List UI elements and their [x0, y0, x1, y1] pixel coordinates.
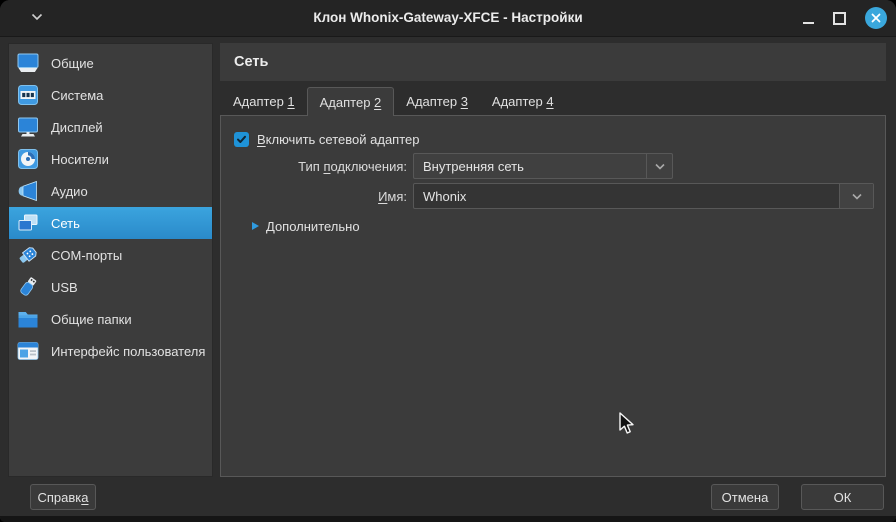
sidebar-item-general[interactable]: Общие [9, 47, 212, 79]
sidebar-item-label: Интерфейс пользователя [51, 344, 205, 359]
network-icon [16, 211, 40, 235]
sidebar-item-label: Общие [51, 56, 94, 71]
chevron-down-icon [646, 154, 672, 178]
network-name-value: Whonix [414, 184, 839, 208]
vm-settings-window: Клон Whonix-Gateway-XFCE - Настройки Общ… [0, 0, 896, 522]
sidebar-item-network[interactable]: Сеть [9, 207, 212, 239]
sidebar-item-display[interactable]: Дисплей [9, 111, 212, 143]
maximize-button[interactable] [833, 12, 846, 25]
sidebar-item-label: Аудио [51, 184, 88, 199]
page-header: Сеть [220, 43, 886, 81]
tab-adapter-4[interactable]: Адаптер 4 [480, 87, 566, 116]
sidebar-item-storage[interactable]: Носители [9, 143, 212, 175]
window-title: Клон Whonix-Gateway-XFCE - Настройки [0, 0, 896, 36]
enable-adapter-row: Включить сетевой адаптер [234, 130, 419, 148]
ok-button[interactable]: ОК [801, 484, 884, 510]
sidebar-item-label: COM-порты [51, 248, 122, 263]
serial-port-icon [16, 243, 40, 267]
help-button[interactable]: Справка [30, 484, 96, 510]
advanced-expander[interactable]: Дополнительно [252, 217, 360, 235]
expander-arrow-icon [252, 222, 259, 230]
attachment-type-select[interactable]: Внутренняя сеть [413, 153, 673, 179]
window-menu-chevron-icon[interactable] [31, 13, 43, 21]
sidebar-item-usb[interactable]: USB [9, 271, 212, 303]
attachment-type-label: Тип подключения: [221, 159, 407, 174]
shared-folders-icon [16, 307, 40, 331]
attachment-type-value: Внутренняя сеть [414, 154, 646, 178]
display-icon [16, 115, 40, 139]
advanced-label: Дополнительно [266, 219, 360, 234]
adapter-tabs: Адаптер 1 Адаптер 2 Адаптер 3 Адаптер 4 [221, 87, 566, 116]
audio-icon [16, 179, 40, 203]
tab-adapter-1[interactable]: Адаптер 1 [221, 87, 307, 116]
close-icon [871, 13, 881, 23]
sidebar-item-user-interface[interactable]: Интерфейс пользователя [9, 335, 212, 367]
sidebar-item-label: Система [51, 88, 103, 103]
sidebar-item-label: USB [51, 280, 78, 295]
minimize-button[interactable] [803, 22, 814, 24]
sidebar-item-label: Общие папки [51, 312, 132, 327]
enable-adapter-label[interactable]: Включить сетевой адаптер [257, 132, 419, 147]
sidebar-item-shared-folders[interactable]: Общие папки [9, 303, 212, 335]
window-bottom-edge [0, 516, 896, 522]
storage-icon [16, 147, 40, 171]
chevron-down-icon[interactable] [839, 184, 873, 208]
tab-adapter-2[interactable]: Адаптер 2 [307, 87, 395, 116]
system-icon [16, 83, 40, 107]
sidebar-item-serial-ports[interactable]: COM-порты [9, 239, 212, 271]
adapter-2-pane: Включить сетевой адаптер Тип подключения… [220, 115, 886, 477]
close-button[interactable] [865, 7, 887, 29]
sidebar-item-system[interactable]: Система [9, 79, 212, 111]
tab-adapter-3[interactable]: Адаптер 3 [394, 87, 480, 116]
sidebar-item-audio[interactable]: Аудио [9, 175, 212, 207]
usb-icon [16, 275, 40, 299]
settings-category-list: Общие Система Дисплей [8, 43, 213, 477]
attachment-type-row: Тип подключения: Внутренняя сеть [221, 153, 673, 179]
enable-adapter-checkbox[interactable] [234, 132, 249, 147]
sidebar-item-label: Носители [51, 152, 109, 167]
checkmark-icon [236, 134, 247, 145]
titlebar: Клон Whonix-Gateway-XFCE - Настройки [0, 0, 896, 37]
general-icon [16, 51, 40, 75]
network-name-row: Имя: Whonix [221, 183, 874, 209]
network-name-label: Имя: [221, 189, 407, 204]
cancel-button[interactable]: Отмена [711, 484, 779, 510]
sidebar-item-label: Сеть [51, 216, 80, 231]
sidebar-item-label: Дисплей [51, 120, 103, 135]
network-name-combobox[interactable]: Whonix [413, 183, 874, 209]
page-title: Сеть [234, 54, 268, 70]
mouse-cursor [619, 412, 635, 436]
window-controls [803, 0, 887, 36]
user-interface-icon [16, 339, 40, 363]
